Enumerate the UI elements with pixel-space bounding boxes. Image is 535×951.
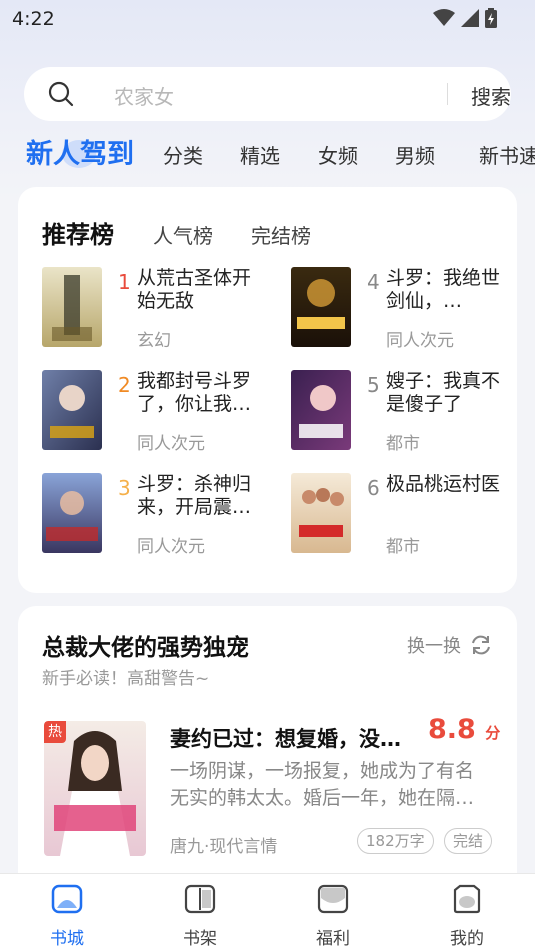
- book-rank: 3: [118, 476, 131, 500]
- book-title: 斗罗：杀神归来，开局震…: [137, 473, 252, 518]
- status-icons: [433, 8, 497, 28]
- book-cover: [42, 267, 102, 347]
- book-genre: 玄幻: [137, 331, 171, 351]
- featured-book-title[interactable]: 妻约已过：想复婚，没门！: [170, 723, 420, 753]
- swap-button[interactable]: 换一换: [407, 632, 493, 658]
- featured-book-cover[interactable]: 热: [44, 721, 146, 856]
- book-title: 斗罗：我绝世剑仙，…: [386, 267, 501, 312]
- search-placeholder[interactable]: 农家女: [114, 81, 174, 110]
- featured-book-desc: 一场阴谋，一场报复，她成为了有名无实的韩太太。婚后一年，她在隔…: [170, 760, 475, 809]
- status-bar: 4:22: [0, 0, 535, 38]
- book-cover: [291, 473, 351, 553]
- section-title: 总裁大佬的强势独宠: [42, 635, 249, 661]
- search-button[interactable]: 搜索: [471, 81, 511, 110]
- nav-label: 我的: [450, 929, 484, 949]
- section-subtitle: 新手必读！高甜警告~: [42, 669, 210, 689]
- book-rank: 4: [367, 270, 380, 294]
- ranking-book[interactable]: 5 嫂子：我真不是傻子了 都市: [291, 370, 521, 454]
- book-cover: [291, 267, 351, 347]
- ranking-book[interactable]: 1 从荒古圣体开始无敌 玄幻: [42, 267, 272, 351]
- book-genre: 同人次元: [386, 331, 454, 351]
- ranking-book[interactable]: 2 我都封号斗罗了，你让我… 同人次元: [42, 370, 272, 454]
- ranking-book[interactable]: 3 斗罗：杀神归来，开局震… 同人次元: [42, 473, 272, 557]
- featured-book-meta: 唐九·现代言情: [170, 837, 278, 857]
- bottom-nav: 书城 书架 福利 我的: [0, 873, 535, 951]
- search-divider: [447, 83, 448, 105]
- refresh-icon: [472, 635, 490, 655]
- profile-icon: [453, 884, 481, 914]
- search-icon: [48, 81, 74, 107]
- ranking-book[interactable]: 6 极品桃运村医 都市: [291, 473, 521, 557]
- book-genre: 同人次元: [137, 434, 205, 454]
- word-count-badge: 182万字: [357, 828, 434, 854]
- category-tabs: 新人驾到 分类 精选 女频 男频 新书速: [0, 132, 535, 176]
- status-badge: 完结: [444, 828, 493, 854]
- book-genre: 同人次元: [137, 537, 205, 557]
- tab-male[interactable]: 男频: [395, 140, 435, 169]
- nav-label: 书城: [50, 929, 84, 949]
- welfare-icon: [317, 884, 349, 914]
- book-cover: [42, 473, 102, 553]
- book-title: 极品桃运村医: [386, 473, 501, 495]
- status-time: 4:22: [12, 8, 55, 30]
- tab-newcomer[interactable]: 新人驾到: [26, 132, 134, 171]
- book-genre: 都市: [386, 537, 420, 557]
- signal-icon: [461, 9, 479, 27]
- tab-completed[interactable]: 完结榜: [251, 220, 311, 249]
- nav-welfare[interactable]: 福利: [303, 884, 363, 949]
- book-rank: 6: [367, 476, 380, 500]
- nav-bookstore[interactable]: 书城: [37, 884, 97, 949]
- book-rank: 1: [118, 270, 131, 294]
- bookshelf-icon: [184, 884, 216, 914]
- book-cover: [291, 370, 351, 450]
- tab-popular[interactable]: 人气榜: [153, 220, 213, 249]
- book-title: 我都封号斗罗了，你让我…: [137, 370, 252, 415]
- ranking-book[interactable]: 4 斗罗：我绝世剑仙，… 同人次元: [291, 267, 521, 351]
- search-bar[interactable]: 农家女 搜索: [24, 67, 511, 121]
- ranking-card: 推荐榜 人气榜 完结榜 1 从荒古圣体开始无敌 玄幻 2 我都封号斗罗了，你让我…: [18, 187, 517, 593]
- book-genre: 都市: [386, 434, 420, 454]
- wifi-icon: [433, 9, 455, 26]
- battery-icon: [485, 8, 497, 28]
- book-rank: 5: [367, 373, 380, 397]
- tab-featured[interactable]: 精选: [240, 140, 280, 169]
- tab-female[interactable]: 女频: [318, 140, 358, 169]
- nav-bookshelf[interactable]: 书架: [170, 884, 230, 949]
- hot-badge: 热: [44, 721, 66, 743]
- ranking-title[interactable]: 推荐榜: [42, 215, 114, 250]
- tab-category[interactable]: 分类: [163, 140, 203, 169]
- bookstore-icon: [51, 884, 83, 914]
- topic-section-card: 总裁大佬的强势独宠 新手必读！高甜警告~ 换一换 热 妻约已过：想复婚，没门！ …: [18, 606, 517, 906]
- book-score: 8.8 分: [428, 714, 501, 745]
- nav-label: 书架: [183, 929, 217, 949]
- swap-label: 换一换: [407, 636, 461, 657]
- book-cover: [42, 370, 102, 450]
- book-title: 从荒古圣体开始无敌: [137, 267, 252, 312]
- book-rank: 2: [118, 373, 131, 397]
- tab-new-books[interactable]: 新书速: [479, 140, 535, 169]
- nav-profile[interactable]: 我的: [437, 884, 497, 949]
- nav-label: 福利: [316, 929, 350, 949]
- book-title: 嫂子：我真不是傻子了: [386, 370, 501, 415]
